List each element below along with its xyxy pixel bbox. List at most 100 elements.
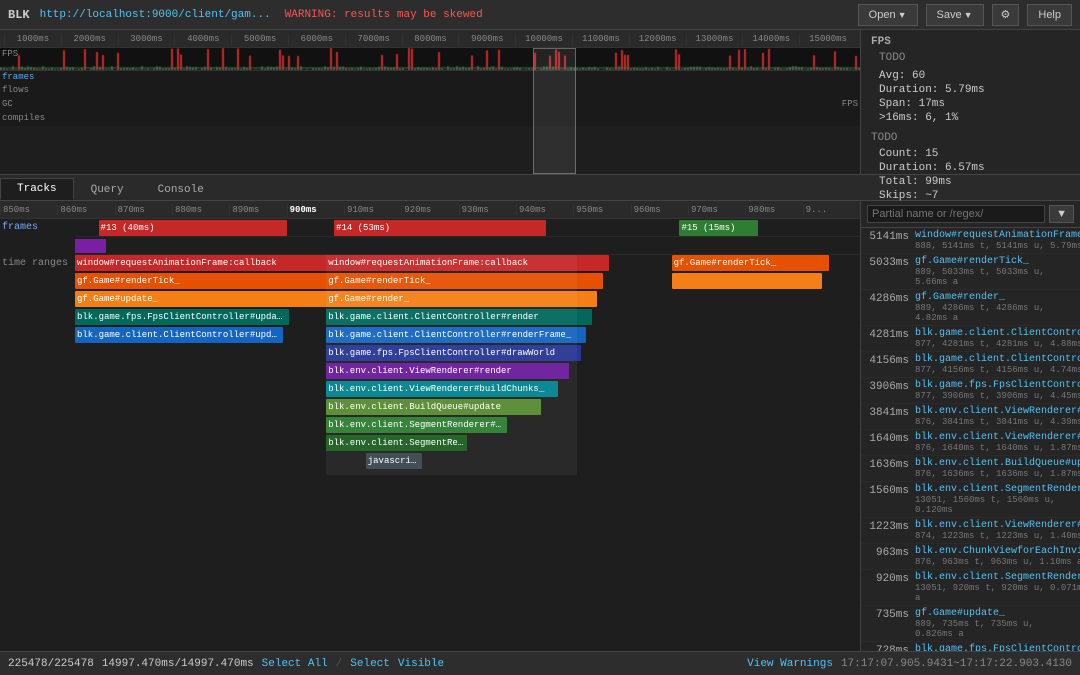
- flame-block[interactable]: blk.game.client.ClientController#render: [326, 309, 592, 325]
- tab-query[interactable]: Query: [74, 179, 141, 200]
- filter-button[interactable]: ▼: [1049, 205, 1074, 223]
- search-bar: ▼: [861, 201, 1080, 228]
- flame-block[interactable]: blk.game.fps.FpsClientController#drawWor…: [326, 345, 580, 361]
- entry-time: 920ms: [867, 572, 915, 585]
- entry-func: gf.Game#renderTick_ 889, 5033ms t, 5033m…: [915, 256, 1074, 287]
- rp-entry[interactable]: 5141ms window#requestAnimationFrame:c 88…: [861, 228, 1080, 254]
- entry-time: 1636ms: [867, 458, 915, 471]
- entry-time: 4156ms: [867, 354, 915, 367]
- entry-time: 1640ms: [867, 432, 915, 445]
- entry-time: 4286ms: [867, 292, 915, 305]
- open-button[interactable]: Open ▼: [858, 4, 918, 26]
- rp-entry[interactable]: 4286ms gf.Game#render_ 889, 4286ms t, 42…: [861, 290, 1080, 326]
- rp-entry[interactable]: 3841ms blk.env.client.ViewRenderer#re 87…: [861, 404, 1080, 430]
- flame-cluster-3: gf.Game#renderTick_: [672, 255, 829, 475]
- overview-stats: FPS TODO Avg: 60 Duration: 5.79ms Span: …: [860, 30, 1080, 174]
- save-button[interactable]: Save ▼: [926, 4, 984, 26]
- frame-14[interactable]: #14 (53ms): [334, 220, 546, 236]
- entry-time: 963ms: [867, 546, 915, 559]
- rp-entry[interactable]: 5033ms gf.Game#renderTick_ 889, 5033ms t…: [861, 254, 1080, 290]
- fps-todo: TODO: [879, 52, 1070, 64]
- flame-block[interactable]: [672, 273, 823, 289]
- gc-right-label: FPS: [842, 99, 858, 109]
- view-warnings-link[interactable]: View Warnings: [747, 658, 833, 670]
- coord-display: 225478/225478: [8, 658, 94, 670]
- rp-entry[interactable]: 1560ms blk.env.client.SegmentRenderer 13…: [861, 482, 1080, 518]
- entry-time: 5141ms: [867, 230, 915, 243]
- save-arrow-icon: ▼: [964, 10, 973, 20]
- frame-15[interactable]: #15 (15ms): [679, 220, 758, 236]
- fps-stat-label: FPS: [871, 36, 1070, 48]
- select-all-link[interactable]: Select All: [262, 658, 328, 670]
- flows-overview: flows: [0, 84, 860, 98]
- entry-time: 4281ms: [867, 328, 915, 341]
- entry-time: 735ms: [867, 608, 915, 621]
- flame-chart-area[interactable]: 850ms860ms870ms880ms890ms900ms910ms920ms…: [0, 201, 860, 651]
- frames-row: #13 (40ms) #14 (53ms) #15 (15ms): [75, 219, 860, 237]
- flame-block[interactable]: gf.Game#update_: [75, 291, 331, 307]
- flame-cluster-1: window#requestAnimationFrame:callback gf…: [75, 255, 342, 475]
- frames-overview: frames: [0, 70, 860, 84]
- overview-chart[interactable]: 1000ms2000ms3000ms4000ms5000ms6000ms7000…: [0, 30, 860, 174]
- entry-func: blk.env.ChunkViewforEachInvie 876, 963ms…: [915, 546, 1080, 567]
- flame-block[interactable]: javascript#gc: [366, 453, 423, 469]
- rp-entry[interactable]: 735ms gf.Game#update_ 889, 735ms t, 735m…: [861, 606, 1080, 642]
- flame-block[interactable]: window#requestAnimationFrame:callback: [75, 255, 342, 271]
- rp-entry[interactable]: 920ms blk.env.client.SegmentRenderer 130…: [861, 570, 1080, 606]
- frames-label-ov: frames: [2, 72, 34, 82]
- rp-entry[interactable]: 728ms blk.game.fps.FpsClientControll 889…: [861, 642, 1080, 651]
- rp-entry[interactable]: 4281ms blk.game.client.ClientControll 87…: [861, 326, 1080, 352]
- timestamp-display: 17:17:07.905.9431~17:17:22.903.4130: [841, 658, 1072, 670]
- rp-entry[interactable]: 1640ms blk.env.client.ViewRenderer#bu 87…: [861, 430, 1080, 456]
- flame-block[interactable]: blk.game.fps.FpsClientController#update: [75, 309, 289, 325]
- main-content: 850ms860ms870ms880ms890ms900ms910ms920ms…: [0, 201, 1080, 651]
- rp-entry[interactable]: 1636ms blk.env.client.BuildQueue#upda 87…: [861, 456, 1080, 482]
- tab-console[interactable]: Console: [141, 179, 221, 200]
- gc-duration2: Duration: 6.57ms: [879, 162, 1070, 174]
- warning-text: WARNING: results may be skewed: [285, 9, 483, 21]
- time-ranges-row: [75, 237, 860, 255]
- flame-block[interactable]: gf.Game#renderTick_: [326, 273, 603, 289]
- frame-13[interactable]: #13 (40ms): [99, 220, 287, 236]
- rp-entry[interactable]: 3906ms blk.game.fps.FpsClientControll 87…: [861, 378, 1080, 404]
- url-link[interactable]: http://localhost:9000/client/gam...: [40, 9, 271, 21]
- entry-func: gf.Game#render_ 889, 4286ms t, 4286ms u,…: [915, 292, 1074, 323]
- entry-func: blk.env.client.SegmentRenderer 13051, 92…: [915, 572, 1080, 603]
- flame-block[interactable]: blk.game.client.ClientController#renderF…: [326, 327, 586, 343]
- entry-func: gf.Game#update_ 889, 735ms t, 735ms u, 0…: [915, 608, 1074, 639]
- flame-block[interactable]: gf.Game#renderTick_: [75, 273, 337, 289]
- tab-tracks[interactable]: Tracks: [0, 178, 74, 200]
- fps-duration: Duration: 5.79ms: [879, 84, 1070, 96]
- flame-block[interactable]: gf.Game#renderTick_: [672, 255, 829, 271]
- status-bar: 225478/225478 14997.470ms/14997.470ms Se…: [0, 651, 1080, 675]
- blk-label: BLK: [8, 8, 30, 22]
- rp-entry[interactable]: 4156ms blk.game.client.ClientControll 87…: [861, 352, 1080, 378]
- help-button[interactable]: Help: [1027, 4, 1072, 26]
- entry-time: 1223ms: [867, 520, 915, 533]
- entry-func: blk.env.client.BuildQueue#upda 876, 1636…: [915, 458, 1080, 479]
- flame-block[interactable]: blk.env.client.SegmentRenderer#build: [326, 417, 507, 433]
- gc-label-ov: GC: [2, 99, 13, 109]
- open-arrow-icon: ▼: [898, 10, 907, 20]
- settings-button[interactable]: ⚙: [992, 4, 1020, 26]
- flame-block[interactable]: blk.env.client.SegmentRenderer#build:slo…: [326, 435, 467, 451]
- row-labels: frames time ranges: [0, 219, 75, 291]
- fps-overview: FPS: [0, 48, 860, 70]
- fps-label: FPS: [2, 49, 18, 59]
- flame-block[interactable]: blk.env.client.ViewRenderer#render: [326, 363, 569, 379]
- flame-block[interactable]: blk.env.client.BuildQueue#update: [326, 399, 541, 415]
- gc-overview: GC FPS: [0, 98, 860, 112]
- flame-block[interactable]: blk.game.client.ClientController#update: [75, 327, 283, 343]
- flame-block[interactable]: gf.Game#render_: [326, 291, 597, 307]
- flame-block[interactable]: window#requestAnimationFrame:callback: [326, 255, 609, 271]
- select-link[interactable]: Select: [350, 658, 390, 670]
- flame-main[interactable]: window#requestAnimationFrame:callback gf…: [75, 255, 860, 475]
- blank-row-label2: [0, 273, 75, 291]
- flame-block[interactable]: blk.env.client.ViewRenderer#buildChunks_: [326, 381, 558, 397]
- search-input[interactable]: [867, 205, 1045, 223]
- rp-entry[interactable]: 963ms blk.env.ChunkViewforEachInvie 876,…: [861, 544, 1080, 570]
- frames-row-label: frames: [0, 219, 75, 237]
- rp-entry[interactable]: 1223ms blk.env.client.ViewRenderer#dr 87…: [861, 518, 1080, 544]
- visible-link[interactable]: Visible: [398, 658, 444, 670]
- compiles-overview: compiles: [0, 112, 860, 126]
